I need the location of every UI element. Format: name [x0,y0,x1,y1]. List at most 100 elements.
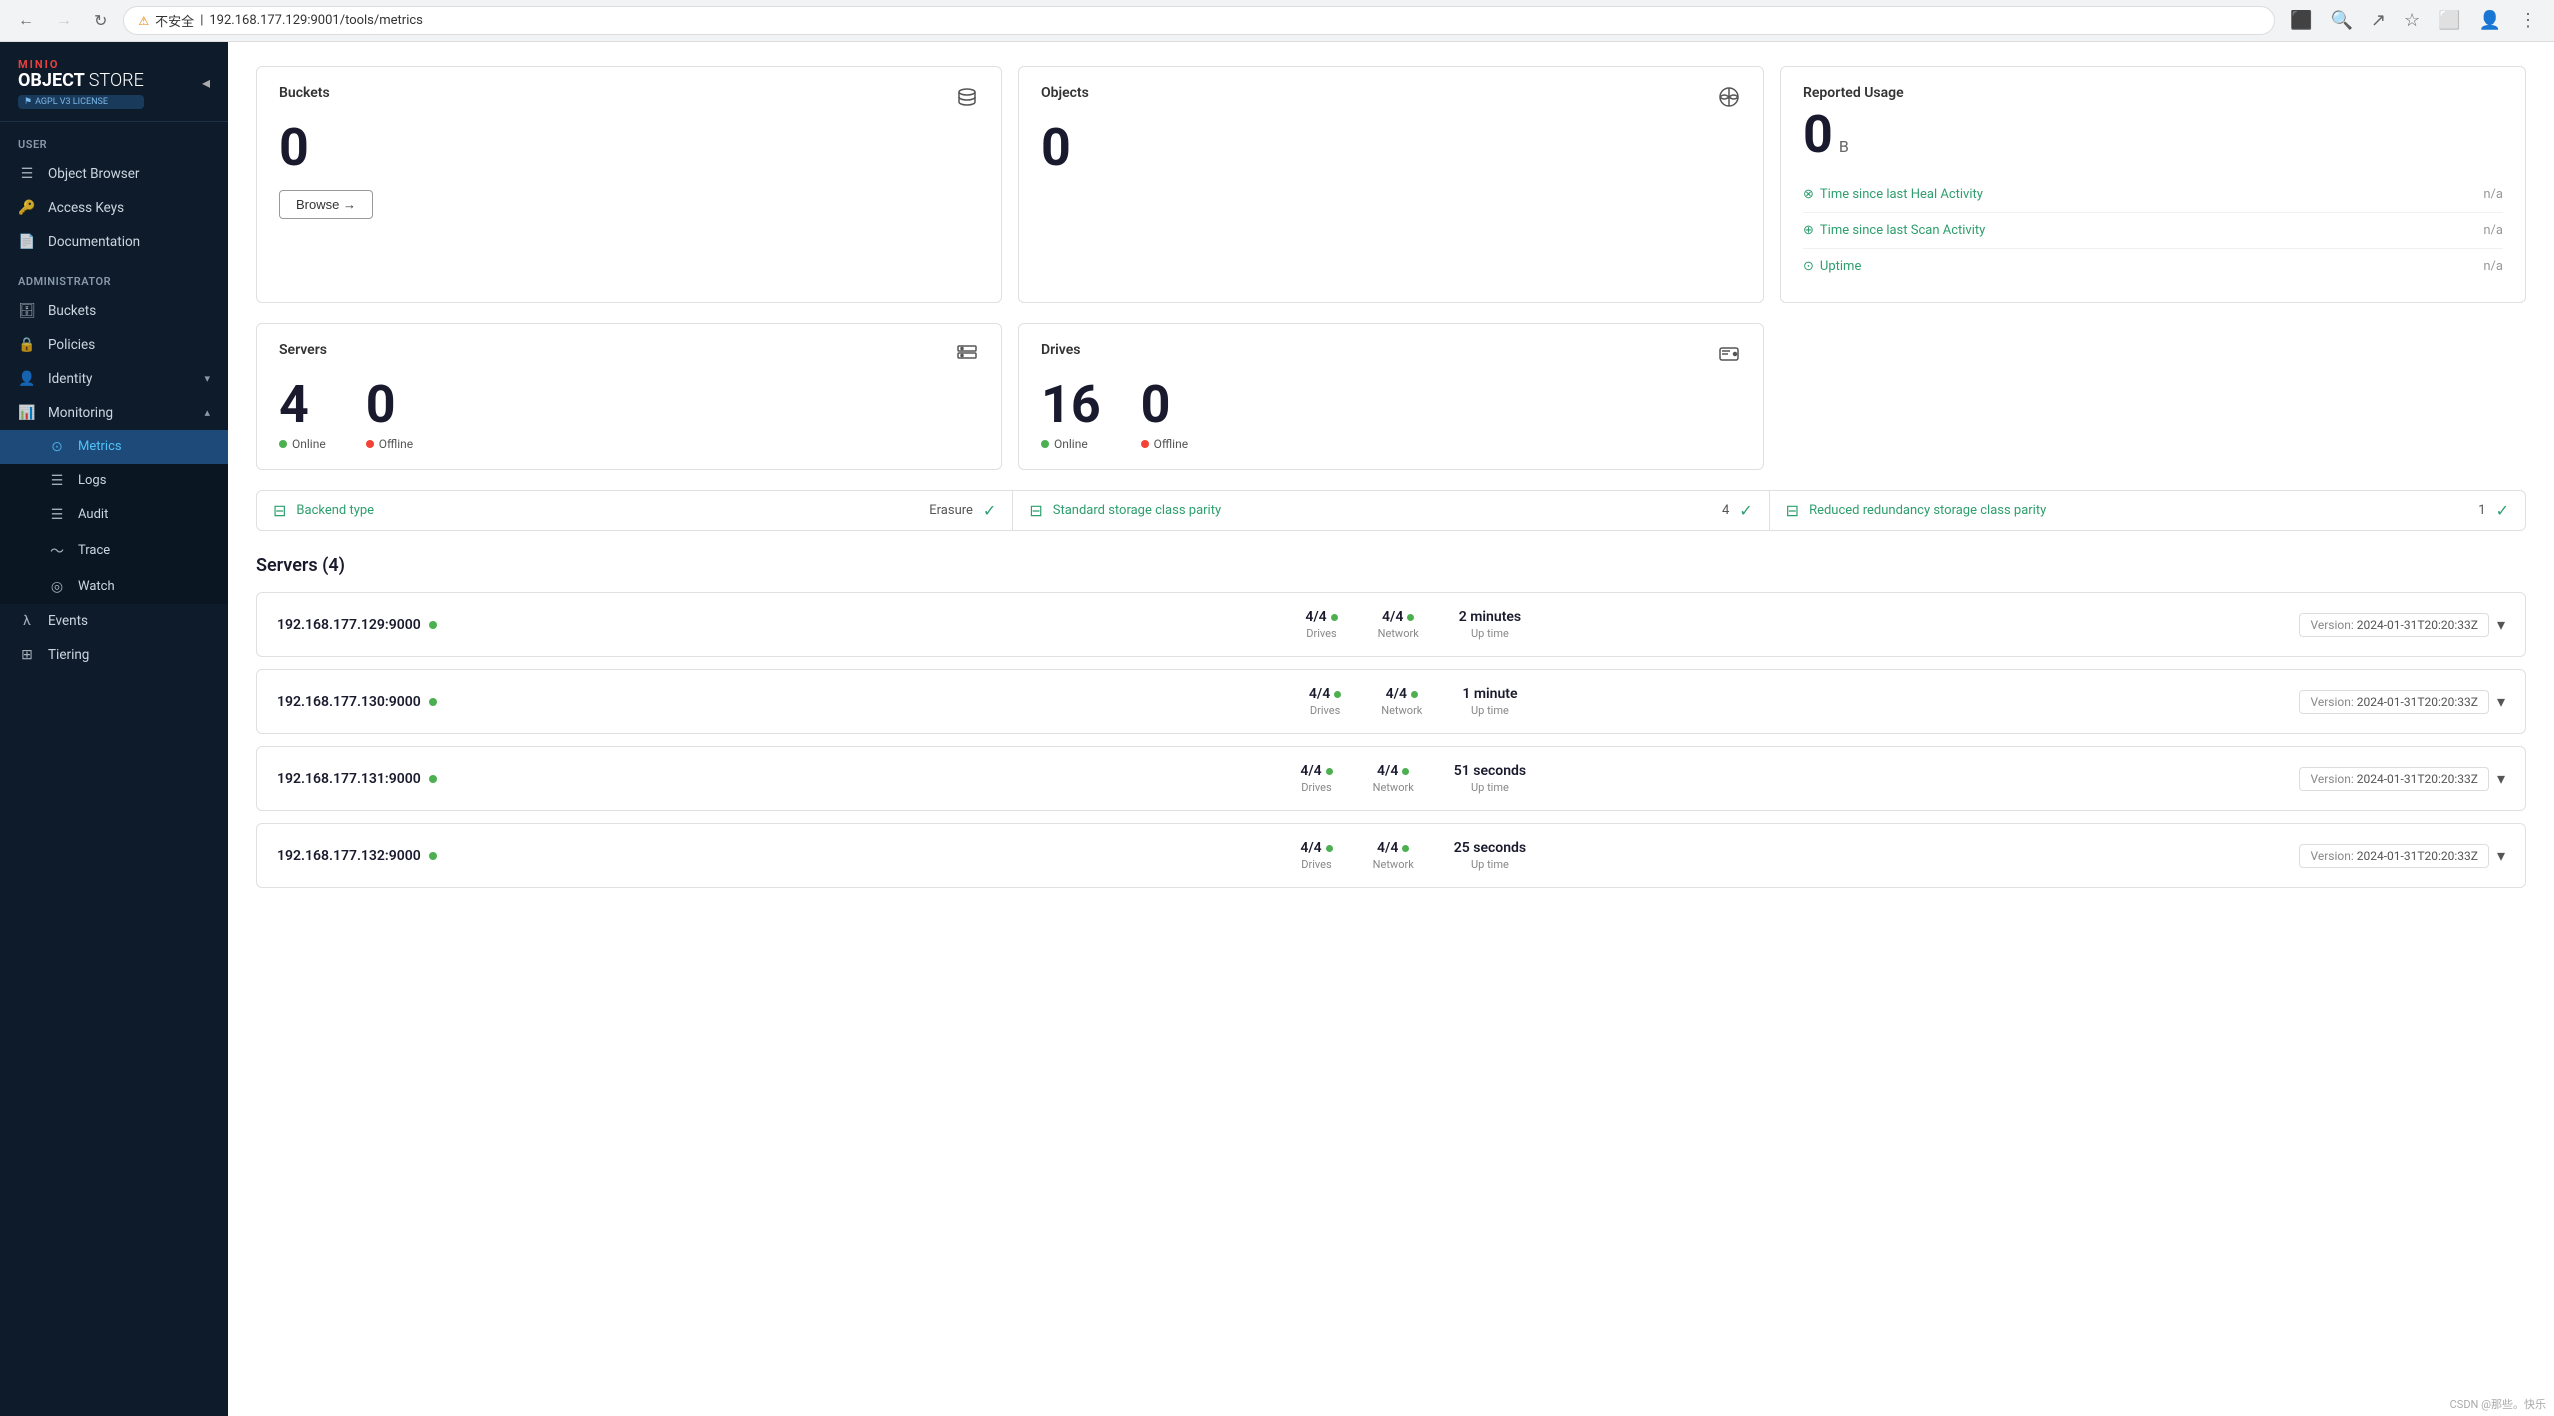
backend-type-icon: ⊟ [273,501,286,520]
drives-offline-indicator: Offline [1141,437,1188,451]
identity-icon: 👤 [18,371,36,387]
sidebar-item-metrics[interactable]: ⊙ Metrics [0,430,228,464]
usage-card-header: Reported Usage [1803,85,2503,101]
standard-parity-icon: ⊟ [1029,501,1042,520]
server-address: 192.168.177.132:9000 [277,848,421,864]
url-separator: | [200,13,203,28]
reduced-parity-label: Reduced redundancy storage class parity [1809,503,2046,518]
sidebar-item-label: Events [48,613,210,629]
logs-icon: ☰ [48,473,66,489]
version-label: Version: [2310,695,2356,709]
audit-icon: ☰ [48,507,66,523]
buckets-card: Buckets 0 Browse → [256,66,1002,303]
drives-status-dot [1331,614,1338,621]
forward-button[interactable]: → [50,10,78,32]
network-status-dot [1402,845,1409,852]
tab-btn[interactable]: ⬜ [2433,8,2465,33]
reload-button[interactable]: ↻ [88,9,113,33]
version-label: Version: [2310,618,2356,632]
sidebar-item-identity[interactable]: 👤 Identity ▾ [0,362,228,396]
server-row: 192.168.177.130:9000 4/4 Drives [256,669,2526,734]
sidebar: MINIO OBJECT STORE ⚑ AGPL V3 LICENSE ◂ U… [0,42,228,1416]
network-label: Network [1373,858,1414,871]
server-3-network: 4/4 Network [1373,763,1414,794]
sidebar-item-label: Logs [78,473,210,488]
expand-server-3-button[interactable]: ▾ [2497,769,2505,789]
sidebar-item-monitoring[interactable]: 📊 Monitoring ▴ [0,396,228,430]
back-button[interactable]: ← [12,10,40,32]
sidebar-item-events[interactable]: λ Events [0,604,228,638]
usage-unit: B [1839,137,1849,156]
sidebar-collapse-button[interactable]: ◂ [202,73,210,93]
version-label: Version: [2310,849,2356,863]
version-value: 2024-01-31T20:20:33Z [2357,849,2478,863]
info-bar-backend-type: ⊟ Backend type Erasure ✓ [257,491,1013,530]
browser-bar: ← → ↻ ⚠ 不安全 | 192.168.177.129:9001/tools… [0,0,2554,42]
expand-server-1-button[interactable]: ▾ [2497,615,2505,635]
server-4-drives: 4/4 Drives [1300,840,1332,871]
standard-parity-label: Standard storage class parity [1053,503,1221,518]
sidebar-item-tiering[interactable]: ⊞ Tiering [0,638,228,672]
network-status-dot [1407,614,1414,621]
drives-value: 4/4 [1309,686,1341,702]
server-status-dot [429,852,437,860]
sidebar-item-documentation[interactable]: 📄 Documentation [0,225,228,259]
server-2-drives: 4/4 Drives [1309,686,1341,717]
sidebar-item-access-keys[interactable]: 🔑 Access Keys [0,191,228,225]
server-address: 192.168.177.131:9000 [277,771,421,787]
drives-title: Drives [1041,342,1080,358]
backend-type-check: ✓ [983,501,996,520]
sidebar-item-trace[interactable]: 〜 Trace [0,532,228,570]
server-ip-1: 192.168.177.129:9000 [277,617,527,633]
server-4-network: 4/4 Network [1373,840,1414,871]
server-2-uptime: 1 minute Up time [1462,686,1517,717]
menu-btn[interactable]: ⋮ [2514,8,2542,33]
server-2-network: 4/4 Network [1381,686,1422,717]
sidebar-item-label: Audit [78,507,210,522]
sidebar-item-buckets[interactable]: 🗄 Buckets [0,294,228,328]
info-bar: ⊟ Backend type Erasure ✓ ⊟ Standard stor… [256,490,2526,531]
server-ip-4: 192.168.177.132:9000 [277,848,527,864]
buckets-card-header: Buckets [279,85,979,114]
events-icon: λ [18,613,36,629]
servers-title: Servers [279,342,327,358]
screen-capture-btn[interactable]: ⬛ [2285,8,2317,33]
address-bar[interactable]: ⚠ 不安全 | 192.168.177.129:9001/tools/metri… [123,6,2275,35]
drives-value: 4/4 [1305,609,1337,625]
security-warning-icon: ⚠ [138,14,149,28]
drives-card-icon [1717,342,1741,371]
browse-button[interactable]: Browse → [279,190,373,219]
reduced-parity-value: 1 [2478,503,2485,518]
online-dot [279,440,287,448]
expand-server-4-button[interactable]: ▾ [2497,846,2505,866]
servers-online-stat: 4 Online [279,379,326,451]
heal-icon: ⊗ [1803,187,1814,202]
logo-content: MINIO OBJECT STORE ⚑ AGPL V3 LICENSE [18,58,144,109]
version-value: 2024-01-31T20:20:33Z [2357,772,2478,786]
uptime-value: 1 minute [1462,686,1517,702]
sidebar-item-policies[interactable]: 🔒 Policies [0,328,228,362]
sidebar-item-object-browser[interactable]: ☰ Object Browser [0,157,228,191]
profile-btn[interactable]: 👤 [2474,8,2506,33]
network-label: Network [1373,781,1414,794]
sidebar-item-label: Trace [78,543,210,558]
drives-offline-label: Offline [1154,437,1188,451]
servers-online-count: 4 [279,379,326,431]
security-warning-text: 不安全 [155,11,194,30]
sidebar-item-label: Documentation [48,234,210,250]
share-btn[interactable]: ↗ [2366,8,2391,33]
sidebar-item-logs[interactable]: ☰ Logs [0,464,228,498]
bookmark-btn[interactable]: ☆ [2399,8,2425,33]
logo-object-store-text: OBJECT STORE [18,71,144,91]
uptime-row: ⊙ Uptime n/a [1803,249,2503,284]
sidebar-item-label: Monitoring [48,405,192,421]
objects-card: Objects 0 [1018,66,1764,303]
stats-grid: Buckets 0 Browse → [256,66,2526,303]
sidebar-item-audit[interactable]: ☰ Audit [0,498,228,532]
server-3-stats: 4/4 Drives 4/4 Network [527,763,2299,794]
search-btn[interactable]: 🔍 [2326,8,2358,33]
expand-server-2-button[interactable]: ▾ [2497,692,2505,712]
buckets-count: 0 [279,122,979,174]
sidebar-item-watch[interactable]: ◎ Watch [0,570,228,604]
version-badge: Version: 2024-01-31T20:20:33Z [2299,690,2489,714]
